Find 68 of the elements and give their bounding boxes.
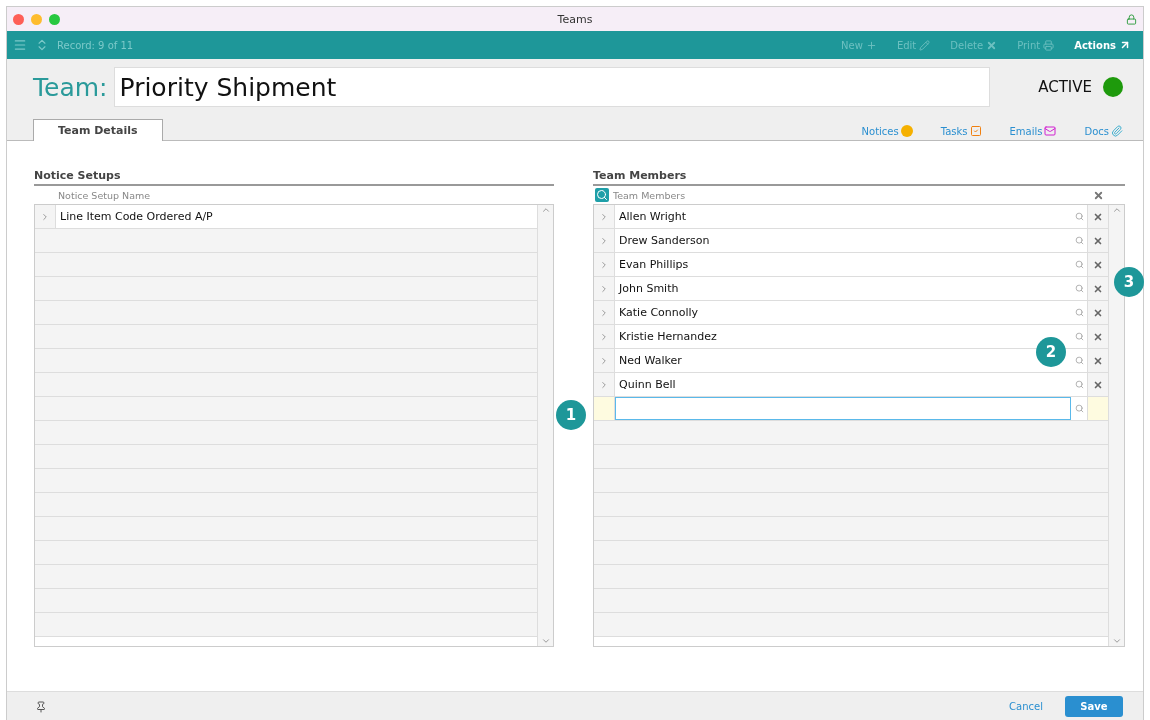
record-counter: Record: 9 of 11: [57, 39, 134, 51]
chevron-icon[interactable]: [599, 307, 609, 318]
close-icon: [986, 39, 998, 51]
remove-icon[interactable]: [1093, 355, 1103, 366]
chevron-icon[interactable]: [599, 211, 609, 222]
window-title: Teams: [557, 12, 593, 26]
table-cell[interactable]: Allen Wright: [615, 205, 1071, 228]
remove-icon[interactable]: [1093, 283, 1103, 294]
search-icon[interactable]: [1074, 332, 1084, 341]
clear-icon[interactable]: [1093, 189, 1104, 201]
envelope-icon: [1044, 125, 1057, 137]
chevron-icon[interactable]: [599, 235, 609, 246]
scroll-down-icon[interactable]: [1111, 636, 1122, 646]
chevron-icon[interactable]: [40, 211, 50, 222]
search-icon[interactable]: [1074, 404, 1084, 413]
minimize-button[interactable]: [31, 13, 42, 25]
remove-icon[interactable]: [1093, 259, 1103, 270]
team-label: Team:: [33, 72, 108, 102]
chevron-icon[interactable]: [599, 379, 609, 390]
toolbar-button[interactable]: Actions: [1068, 39, 1137, 51]
remove-icon[interactable]: [1093, 235, 1103, 246]
arrow-icon: [1119, 39, 1131, 51]
table-cell[interactable]: Quinn Bell: [615, 373, 1071, 396]
status-label: ACTIVE: [1038, 78, 1092, 96]
column-header: Team Members: [613, 189, 686, 201]
search-icon[interactable]: [1074, 356, 1084, 365]
pencil-icon: [919, 39, 931, 51]
table-cell[interactable]: Drew Sanderson: [615, 229, 1071, 252]
paperclip-icon: [1111, 125, 1123, 137]
table-cell[interactable]: John Smith: [615, 277, 1071, 300]
section-title: Team Members: [593, 169, 1125, 186]
chevron-icon[interactable]: [599, 283, 609, 294]
scroll-up-icon[interactable]: [540, 205, 551, 215]
search-icon[interactable]: [595, 188, 609, 202]
lock-icon: [1126, 13, 1137, 25]
remove-icon[interactable]: [1093, 331, 1103, 342]
menu-icon[interactable]: [13, 38, 27, 52]
status-dot: [1103, 77, 1123, 97]
scroll-down-icon[interactable]: [540, 636, 551, 646]
pin-icon[interactable]: [35, 700, 47, 713]
search-icon[interactable]: [1074, 260, 1084, 269]
scroll-up-icon[interactable]: [1111, 205, 1122, 215]
checkbox-icon: [969, 125, 982, 137]
section-title: Notice Setups: [34, 169, 554, 186]
plus-icon: [865, 39, 877, 51]
remove-icon[interactable]: [1093, 307, 1103, 318]
search-icon[interactable]: [1074, 236, 1084, 245]
input-field[interactable]: [615, 397, 1071, 420]
printer-icon: [1043, 39, 1055, 51]
chevron-icon[interactable]: [599, 331, 609, 342]
chevron-icon[interactable]: [599, 259, 609, 270]
search-icon[interactable]: [1074, 308, 1084, 317]
chevron-icon[interactable]: [599, 355, 609, 366]
table-cell[interactable]: Evan Phillips: [615, 253, 1071, 276]
exclamation-icon: [900, 125, 913, 137]
tab[interactable]: Team Details: [33, 119, 163, 141]
search-icon[interactable]: [1074, 380, 1084, 389]
table-cell[interactable]: Line Item Code Ordered A/P: [56, 205, 537, 228]
column-header: Notice Setup Name: [58, 189, 151, 201]
search-icon[interactable]: [1074, 212, 1084, 221]
team-name-field[interactable]: Priority Shipment: [113, 67, 991, 107]
remove-icon[interactable]: [1093, 379, 1103, 390]
remove-icon[interactable]: [1093, 211, 1103, 222]
save-button[interactable]: Save: [1065, 696, 1123, 717]
search-icon[interactable]: [1074, 284, 1084, 293]
table-cell[interactable]: Katie Connolly: [615, 301, 1071, 324]
close-button[interactable]: [13, 13, 24, 25]
zoom-button[interactable]: [49, 13, 60, 25]
